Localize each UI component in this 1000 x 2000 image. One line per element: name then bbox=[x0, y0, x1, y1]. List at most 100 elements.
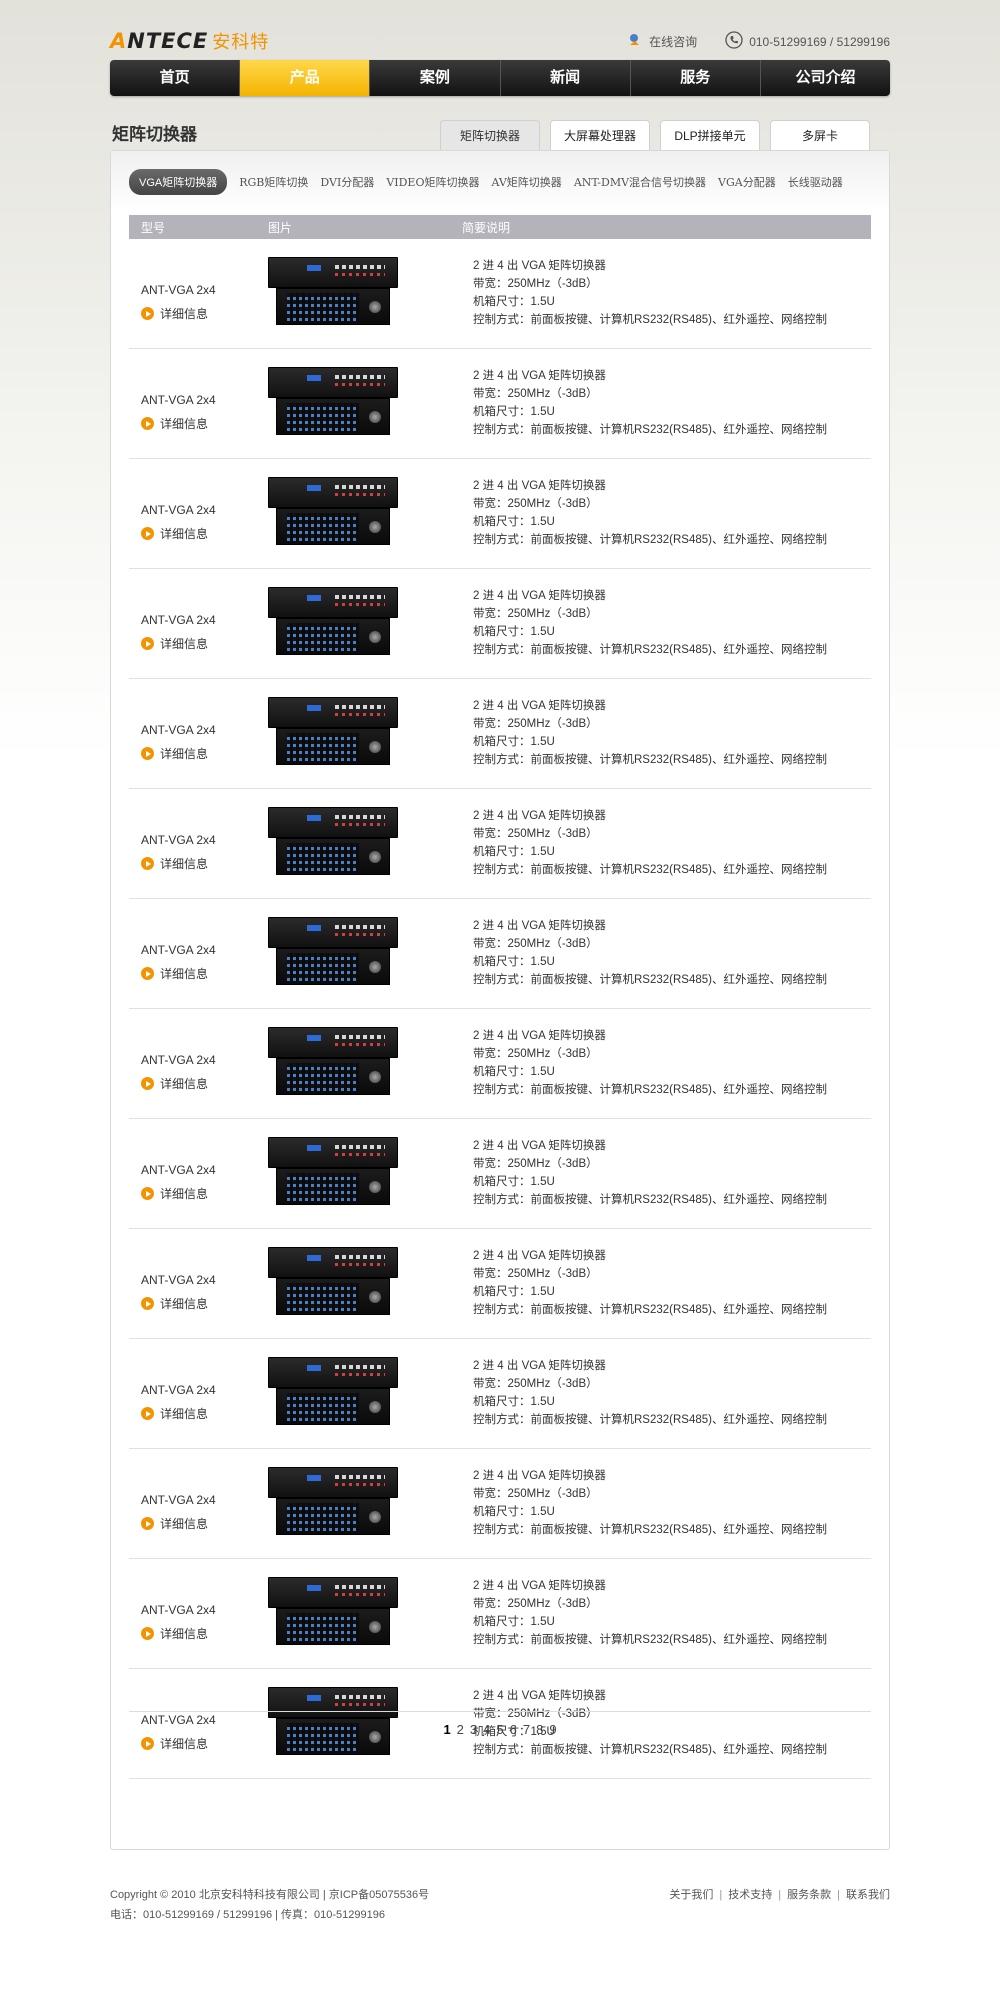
detail-label: 详细信息 bbox=[160, 1407, 209, 1421]
product-image[interactable] bbox=[268, 587, 398, 655]
page-link-6[interactable]: 6 bbox=[510, 1722, 517, 1737]
description-line: 控制方式：前面板按键、计算机RS232(RS485)、红外遥控、网络控制 bbox=[473, 1304, 827, 1316]
page-link-1[interactable]: 1 bbox=[443, 1722, 450, 1737]
detail-link[interactable]: 详细信息 bbox=[141, 1295, 266, 1312]
model-name[interactable]: ANT-VGA 2x4 bbox=[141, 1273, 266, 1287]
model-name[interactable]: ANT-VGA 2x4 bbox=[141, 283, 266, 297]
device-buttons bbox=[335, 595, 385, 599]
detail-link[interactable]: 详细信息 bbox=[141, 1515, 266, 1532]
model-name[interactable]: ANT-VGA 2x4 bbox=[141, 1493, 266, 1507]
page-link-3[interactable]: 3 bbox=[470, 1722, 477, 1737]
detail-link[interactable]: 详细信息 bbox=[141, 855, 266, 872]
subtab-rgb-matrix[interactable]: RGB矩阵切换 bbox=[239, 174, 308, 190]
page-link-2[interactable]: 2 bbox=[457, 1722, 464, 1737]
description-line: 机箱尺寸：1.5U bbox=[473, 1286, 555, 1298]
device-power-knob bbox=[369, 1621, 381, 1633]
page-link-5[interactable]: 5 bbox=[496, 1722, 503, 1737]
tab-matrix-switcher[interactable]: 矩阵切换器 bbox=[440, 120, 540, 151]
table-row: ANT-VGA 2x4 详细信息 2 进 4 出 VGA 矩阵切换器 带宽：250MH… bbox=[129, 1449, 871, 1559]
model-name[interactable]: ANT-VGA 2x4 bbox=[141, 723, 266, 737]
phone-info: 010-51299169 / 51299196 bbox=[725, 31, 890, 52]
matrix-switcher-device-image bbox=[268, 807, 398, 875]
footer-link-contact[interactable]: 联系我们 bbox=[846, 1889, 890, 1901]
matrix-switcher-device-image bbox=[268, 1467, 398, 1535]
product-image[interactable] bbox=[268, 1467, 398, 1535]
footer-link-terms[interactable]: 服务条款 bbox=[787, 1889, 831, 1901]
nav-item-service[interactable]: 服务 bbox=[631, 60, 761, 96]
tab-multi-screen-card[interactable]: 多屏卡 bbox=[770, 120, 870, 151]
description-line: 控制方式：前面板按键、计算机RS232(RS485)、红外遥控、网络控制 bbox=[473, 1524, 827, 1536]
model-name[interactable]: ANT-VGA 2x4 bbox=[141, 503, 266, 517]
model-name[interactable]: ANT-VGA 2x4 bbox=[141, 1163, 266, 1177]
description-cell: 2 进 4 出 VGA 矩阵切换器 带宽：250MHz（-3dB） 机箱尺寸：1.5… bbox=[473, 257, 827, 329]
model-name[interactable]: ANT-VGA 2x4 bbox=[141, 943, 266, 957]
model-name[interactable]: ANT-VGA 2x4 bbox=[141, 1603, 266, 1617]
detail-link[interactable]: 详细信息 bbox=[141, 745, 266, 762]
product-image[interactable] bbox=[268, 1357, 398, 1425]
page-link-4[interactable]: 4 bbox=[483, 1722, 490, 1737]
nav-item-cases[interactable]: 案例 bbox=[370, 60, 501, 96]
detail-link[interactable]: 详细信息 bbox=[141, 1735, 266, 1752]
subtab-dvi-splitter[interactable]: DVI分配器 bbox=[320, 174, 374, 190]
nav-item-products[interactable]: 产品 bbox=[240, 60, 371, 96]
model-name[interactable]: ANT-VGA 2x4 bbox=[141, 613, 266, 627]
page-link-7[interactable]: 7 bbox=[523, 1722, 530, 1737]
online-consult-link[interactable]: 在线咨询 bbox=[627, 32, 697, 51]
product-image[interactable] bbox=[268, 1247, 398, 1315]
detail-link[interactable]: 详细信息 bbox=[141, 1405, 266, 1422]
logo-latin: ANTECE bbox=[110, 29, 209, 53]
product-image[interactable] bbox=[268, 1577, 398, 1645]
model-cell: ANT-VGA 2x4 详细信息 bbox=[141, 723, 266, 762]
device-leds bbox=[335, 603, 385, 606]
footer-link-about[interactable]: 关于我们 bbox=[669, 1889, 713, 1901]
product-image[interactable] bbox=[268, 917, 398, 985]
subtab-vga-matrix[interactable]: VGA矩阵切换器 bbox=[129, 169, 228, 195]
description-line: 带宽：250MHz（-3dB） bbox=[473, 1048, 598, 1060]
product-image[interactable] bbox=[268, 257, 398, 325]
detail-link[interactable]: 详细信息 bbox=[141, 1625, 266, 1642]
subtab-video-matrix[interactable]: VIDEO矩阵切换器 bbox=[386, 174, 479, 190]
detail-link[interactable]: 详细信息 bbox=[141, 305, 266, 322]
description-line: 带宽：250MHz（-3dB） bbox=[473, 1488, 598, 1500]
tab-dlp-unit[interactable]: DLP拼接单元 bbox=[660, 120, 760, 151]
model-name[interactable]: ANT-VGA 2x4 bbox=[141, 1053, 266, 1067]
model-name[interactable]: ANT-VGA 2x4 bbox=[141, 393, 266, 407]
detail-link[interactable]: 详细信息 bbox=[141, 415, 266, 432]
nav-item-about[interactable]: 公司介绍 bbox=[761, 60, 890, 96]
nav-item-news[interactable]: 新闻 bbox=[501, 60, 631, 96]
page-link-8[interactable]: 8 bbox=[536, 1722, 543, 1737]
table-row: ANT-VGA 2x4 详细信息 2 进 4 出 VGA 矩阵切换器 带宽：250MH… bbox=[129, 1229, 871, 1339]
device-back-unit bbox=[276, 1058, 390, 1095]
play-arrow-icon bbox=[141, 967, 154, 980]
model-name[interactable]: ANT-VGA 2x4 bbox=[141, 833, 266, 847]
product-image[interactable] bbox=[268, 1027, 398, 1095]
subtab-av-matrix[interactable]: AV矩阵切换器 bbox=[491, 174, 561, 190]
subtab-vga-splitter[interactable]: VGA分配器 bbox=[718, 174, 776, 190]
nav-item-home[interactable]: 首页 bbox=[110, 60, 241, 96]
product-image[interactable] bbox=[268, 1137, 398, 1205]
footer-link-support[interactable]: 技术支持 bbox=[728, 1889, 772, 1901]
model-cell: ANT-VGA 2x4 详细信息 bbox=[141, 1603, 266, 1642]
product-image[interactable] bbox=[268, 367, 398, 435]
description-line: 带宽：250MHz（-3dB） bbox=[473, 1268, 598, 1280]
detail-link[interactable]: 详细信息 bbox=[141, 525, 266, 542]
product-image[interactable] bbox=[268, 697, 398, 765]
page-link-9[interactable]: 9 bbox=[549, 1722, 556, 1737]
device-leds bbox=[335, 1593, 385, 1596]
detail-link[interactable]: 详细信息 bbox=[141, 1075, 266, 1092]
model-cell: ANT-VGA 2x4 详细信息 bbox=[141, 1493, 266, 1532]
detail-link[interactable]: 详细信息 bbox=[141, 1185, 266, 1202]
tab-large-screen-processor[interactable]: 大屏幕处理器 bbox=[550, 120, 650, 151]
description-line: 2 进 4 出 VGA 矩阵切换器 bbox=[473, 370, 606, 382]
matrix-switcher-device-image bbox=[268, 367, 398, 435]
subtab-mixed-signal[interactable]: ANT-DMV混合信号切换器 bbox=[574, 174, 706, 190]
device-top-unit bbox=[268, 1247, 398, 1278]
detail-link[interactable]: 详细信息 bbox=[141, 965, 266, 982]
product-image[interactable] bbox=[268, 477, 398, 545]
detail-link[interactable]: 详细信息 bbox=[141, 635, 266, 652]
model-name[interactable]: ANT-VGA 2x4 bbox=[141, 1383, 266, 1397]
logo[interactable]: ANTECE 安科特 bbox=[110, 28, 269, 54]
subtab-line-driver[interactable]: 长线驱动器 bbox=[788, 174, 843, 190]
product-image[interactable] bbox=[268, 807, 398, 875]
play-arrow-icon bbox=[141, 1407, 154, 1420]
